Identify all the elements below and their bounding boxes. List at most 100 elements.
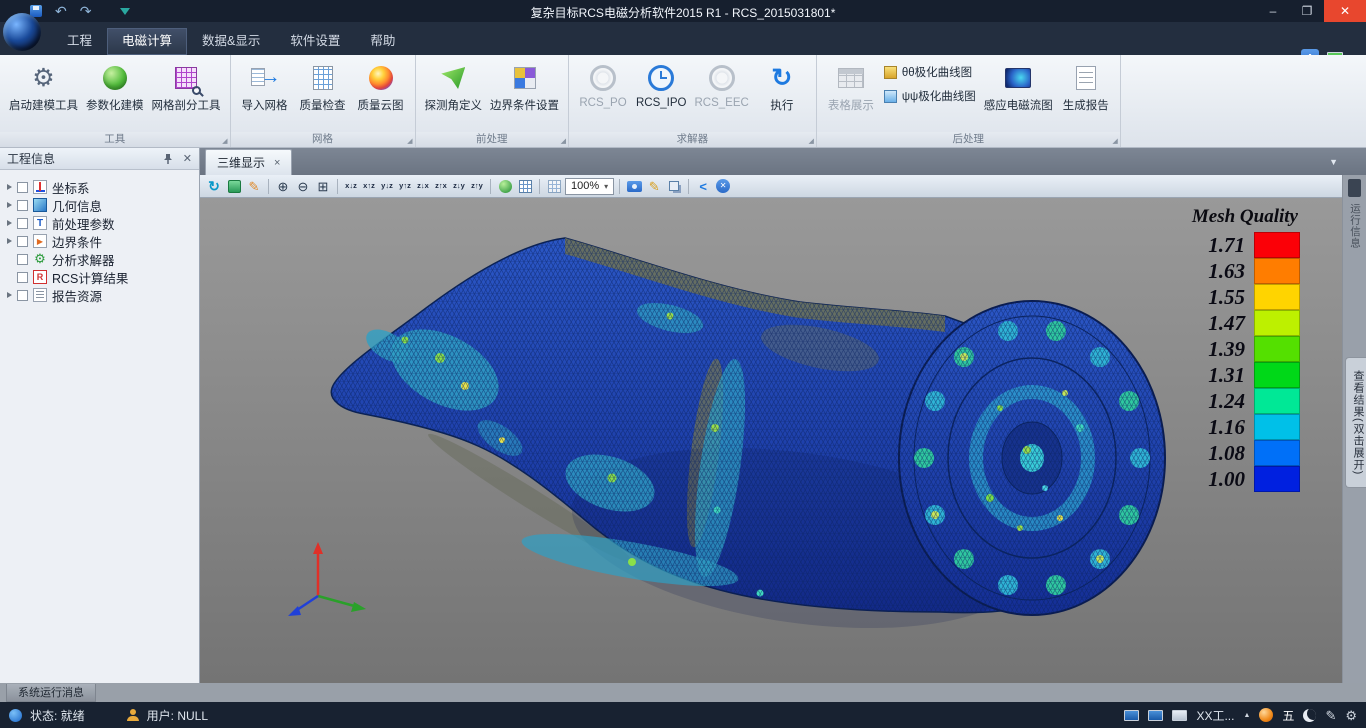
grid-mode-icon[interactable] bbox=[516, 177, 534, 196]
snapshot-icon[interactable] bbox=[625, 177, 643, 196]
boundary-settings-button[interactable]: 边界条件设置 bbox=[486, 58, 563, 134]
generate-report-button[interactable]: 生成报告 bbox=[1057, 58, 1115, 134]
dialog-launcher-icon[interactable]: ◢ bbox=[808, 138, 813, 145]
checkbox[interactable] bbox=[17, 182, 28, 193]
rcs-po-button: RCS_PO bbox=[574, 58, 632, 134]
ime-wubi-icon[interactable]: 五 bbox=[1282, 707, 1294, 724]
tree-item-preprocess-params[interactable]: T前处理参数 bbox=[2, 214, 197, 232]
psi-curve-icon bbox=[884, 90, 897, 103]
mesh-partition-tool-button[interactable]: 网格剖分工具 bbox=[148, 58, 225, 134]
tree-item-analysis-solver[interactable]: ⚙分析求解器 bbox=[2, 250, 197, 268]
dialog-launcher-icon[interactable]: ◢ bbox=[561, 138, 566, 145]
zoom-window-icon[interactable]: ⊞ bbox=[314, 177, 332, 196]
group-label-postprocess: 后处理 bbox=[817, 132, 1120, 147]
zoom-in-icon[interactable]: ⊕ bbox=[274, 177, 292, 196]
layers-icon[interactable] bbox=[665, 177, 683, 196]
rcs-ipo-button[interactable]: RCS_IPO bbox=[632, 58, 691, 134]
annotate-icon[interactable]: ✎ bbox=[645, 177, 663, 196]
pin-icon[interactable] bbox=[163, 153, 173, 165]
shaded-mode-icon[interactable] bbox=[496, 177, 514, 196]
parametric-modeling-button[interactable]: 参数化建模 bbox=[82, 58, 148, 134]
zoom-value: 100% bbox=[571, 180, 599, 192]
checkbox[interactable] bbox=[17, 218, 28, 229]
legend-row: 1.24 bbox=[1187, 388, 1300, 414]
tab-close-icon[interactable]: × bbox=[274, 157, 280, 169]
probe-angle-icon bbox=[441, 67, 465, 89]
settings-gear-icon[interactable]: ⚙ bbox=[1345, 709, 1357, 722]
pen-icon[interactable]: ✎ bbox=[1325, 709, 1336, 722]
dialog-launcher-icon[interactable]: ◢ bbox=[1112, 138, 1117, 145]
display-tray-icon[interactable] bbox=[1124, 710, 1139, 721]
view-x-up-button[interactable]: x↑z bbox=[361, 177, 377, 196]
system-tray: XX工... ▲ 五 ✎ ⚙ bbox=[1124, 707, 1357, 724]
tab-3d-display[interactable]: 三维显示 × bbox=[205, 149, 292, 175]
rotate-view-icon[interactable]: ↻ bbox=[205, 177, 223, 196]
tree-item-report-resources[interactable]: 报告资源 bbox=[2, 286, 197, 304]
panel-close-icon[interactable]: ✕ bbox=[183, 152, 192, 165]
dialog-launcher-icon[interactable]: ◢ bbox=[407, 138, 412, 145]
view-y-up-button[interactable]: y↑z bbox=[397, 177, 413, 196]
checkbox[interactable] bbox=[17, 272, 28, 283]
expand-icon[interactable] bbox=[7, 202, 12, 208]
tree-item-rcs-results[interactable]: RRCS计算结果 bbox=[2, 268, 197, 286]
theta-polar-curve-button[interactable]: θθ极化曲线图 bbox=[884, 64, 976, 80]
run-info-vertical-tab[interactable]: 运行信息 bbox=[1348, 203, 1363, 249]
close-view-icon[interactable]: ✕ bbox=[714, 177, 732, 196]
view-z-up-y-button[interactable]: z↑y bbox=[469, 177, 485, 196]
menu-tab-em-calc[interactable]: 电磁计算 bbox=[107, 28, 187, 55]
import-mesh-button[interactable]: → 导入网格 bbox=[236, 58, 294, 134]
view-z-down-y-button[interactable]: z↓y bbox=[451, 177, 467, 196]
menu-tab-settings[interactable]: 软件设置 bbox=[275, 28, 355, 55]
view-z-up-x-button[interactable]: z↑x bbox=[433, 177, 449, 196]
view-results-vertical-tab[interactable]: 查看结果(双击展开) bbox=[1345, 357, 1366, 488]
zoom-out-icon[interactable]: ⊖ bbox=[294, 177, 312, 196]
checkbox[interactable] bbox=[17, 254, 28, 265]
induced-current-map-button[interactable]: 感应电磁流图 bbox=[980, 58, 1057, 134]
system-messages-tab[interactable]: 系统运行消息 bbox=[6, 684, 96, 702]
filter-icon[interactable] bbox=[120, 8, 130, 15]
checkbox[interactable] bbox=[17, 200, 28, 211]
expand-icon[interactable] bbox=[7, 238, 12, 244]
zoom-select[interactable]: 100% ▾ bbox=[565, 178, 614, 195]
tab-overflow-icon[interactable]: ▼ bbox=[1329, 157, 1338, 167]
redo-icon[interactable]: ↷ bbox=[80, 4, 92, 18]
checkbox[interactable] bbox=[17, 290, 28, 301]
quality-check-button[interactable]: 质量检查 bbox=[294, 58, 352, 134]
menu-tab-project[interactable]: 工程 bbox=[52, 28, 107, 55]
fit-view-icon[interactable] bbox=[225, 177, 243, 196]
expand-icon[interactable] bbox=[7, 220, 12, 226]
close-button[interactable]: ✕ bbox=[1324, 0, 1366, 22]
tree-item-coordinate-system[interactable]: 坐标系 bbox=[2, 178, 197, 196]
launch-modeling-tool-button[interactable]: ⚙ 启动建模工具 bbox=[5, 58, 82, 134]
checkbox[interactable] bbox=[17, 236, 28, 247]
ime-logo-icon[interactable] bbox=[1259, 708, 1273, 722]
expand-icon[interactable] bbox=[7, 184, 12, 190]
tray-expand-icon[interactable]: ▲ bbox=[1243, 712, 1250, 719]
tree-item-boundary-conditions[interactable]: ▶边界条件 bbox=[2, 232, 197, 250]
moon-icon[interactable] bbox=[1303, 709, 1316, 722]
wireframe-mode-icon[interactable] bbox=[545, 177, 563, 196]
tree-item-geometry-info[interactable]: 几何信息 bbox=[2, 196, 197, 214]
view-z-down-x-button[interactable]: z↓x bbox=[415, 177, 431, 196]
share-icon[interactable]: < bbox=[694, 177, 712, 196]
scroll-thumb[interactable] bbox=[1348, 179, 1361, 197]
menu-tab-help[interactable]: 帮助 bbox=[355, 28, 410, 55]
expand-icon[interactable] bbox=[7, 292, 12, 298]
edit-icon[interactable]: ✎ bbox=[245, 177, 263, 196]
execute-button[interactable]: ↻ 执行 bbox=[753, 58, 811, 134]
view-x-down-button[interactable]: x↓z bbox=[343, 177, 359, 196]
table-display-button: 表格展示 bbox=[822, 58, 880, 134]
maximize-button[interactable]: ❐ bbox=[1290, 0, 1324, 22]
ime-text[interactable]: XX工... bbox=[1196, 707, 1234, 724]
psi-polar-curve-button[interactable]: ψψ极化曲线图 bbox=[884, 88, 976, 104]
undo-icon[interactable]: ↶ bbox=[55, 4, 67, 18]
menu-tab-data-display[interactable]: 数据&显示 bbox=[187, 28, 275, 55]
minimize-button[interactable]: – bbox=[1256, 0, 1290, 22]
display-tray-icon[interactable] bbox=[1172, 710, 1187, 721]
view-y-down-button[interactable]: y↓z bbox=[379, 177, 395, 196]
probe-angle-button[interactable]: 探测角定义 bbox=[421, 58, 487, 134]
viewport-3d[interactable]: Mesh Quality 1.71 1.63 1.55 1.47 1.39 1.… bbox=[200, 198, 1342, 683]
display-tray-icon[interactable] bbox=[1148, 710, 1163, 721]
dialog-launcher-icon[interactable]: ◢ bbox=[222, 138, 227, 145]
quality-cloud-button[interactable]: 质量云图 bbox=[352, 58, 410, 134]
